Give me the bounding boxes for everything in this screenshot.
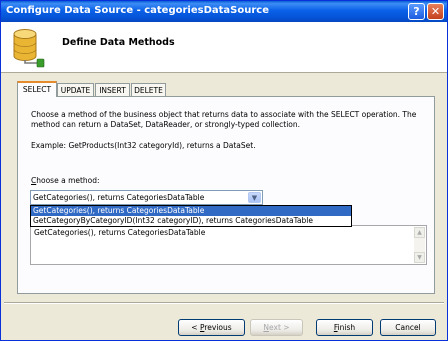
configure-data-source-window: Configure Data Source - categoriesDataSo… [0, 0, 448, 341]
tab-update[interactable]: UPDATE [57, 83, 94, 96]
choose-method-label: Choose a method: [31, 176, 100, 185]
page-title: Define Data Methods [62, 37, 175, 48]
tab-delete[interactable]: DELETE [131, 83, 166, 96]
method-signature-box[interactable]: GetCategories(), returns CategoriesDataT… [30, 225, 427, 265]
method-dropdown-list: GetCategories(), returns CategoriesDataT… [30, 205, 352, 227]
scroll-up-icon[interactable]: ▲ [414, 227, 425, 238]
previous-button[interactable]: < Previous [178, 319, 245, 336]
previous-prefix: < [191, 323, 200, 332]
method-signature-text: GetCategories(), returns CategoriesDataT… [34, 228, 206, 237]
select-description: Choose a method of the business object t… [31, 110, 417, 129]
chevron-down-icon[interactable]: ▼ [248, 192, 261, 203]
method-option[interactable]: GetCategoryByCategoryID(Int32 categoryID… [31, 216, 351, 226]
database-icon [13, 29, 45, 68]
title-bar[interactable]: Configure Data Source - categoriesDataSo… [1, 1, 447, 22]
next-label: ext > [269, 323, 290, 332]
cancel-button[interactable]: Cancel [380, 319, 436, 336]
wizard-header: Define Data Methods [1, 22, 447, 73]
window-title: Configure Data Source - categoriesDataSo… [6, 5, 269, 16]
method-dropdown-value: GetCategories(), returns CategoriesDataT… [33, 193, 205, 202]
next-button[interactable]: Next > [250, 319, 303, 336]
finish-label: inish [337, 323, 356, 332]
select-tab-panel: Choose a method of the business object t… [17, 96, 435, 294]
method-option[interactable]: GetCategories(), returns CategoriesDataT… [31, 206, 351, 216]
method-label-text: hoose a method: [36, 176, 100, 185]
tab-insert[interactable]: INSERT [95, 83, 130, 96]
scroll-down-icon[interactable]: ▼ [414, 252, 425, 263]
method-dropdown[interactable]: GetCategories(), returns CategoriesDataT… [30, 190, 263, 205]
tab-select[interactable]: SELECT [17, 81, 57, 97]
previous-label: revious [204, 323, 232, 332]
footer-divider [4, 302, 444, 304]
close-button[interactable]: ✕ [427, 3, 444, 20]
finish-button[interactable]: Finish [316, 319, 373, 336]
help-button[interactable]: ? [408, 3, 425, 20]
example-text: Example: GetProducts(Int32 categoryId), … [31, 141, 256, 150]
vertical-scrollbar[interactable]: ▲ ▼ [414, 227, 425, 263]
